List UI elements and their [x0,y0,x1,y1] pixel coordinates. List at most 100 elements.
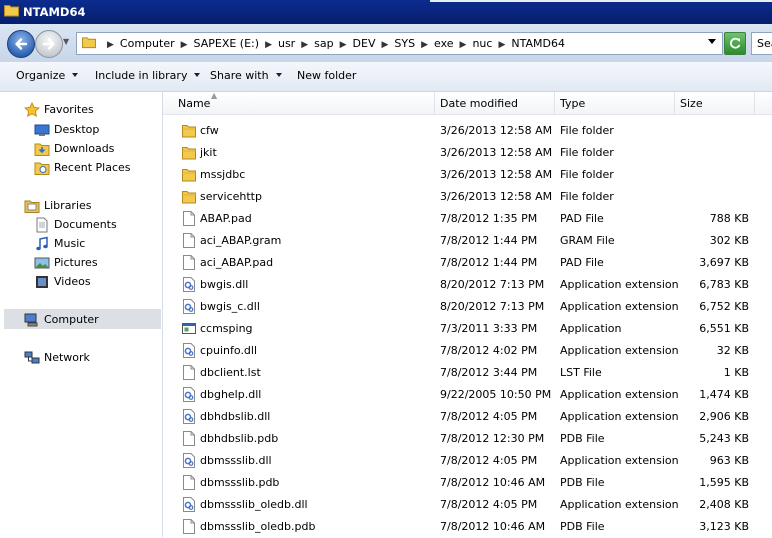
file-row[interactable]: cfw 3/26/2013 12:58 AM File folder [163,120,772,142]
breadcrumb-item[interactable]: SYS [394,37,415,50]
file-type: Application extension [560,454,679,467]
file-row[interactable]: cpuinfo.dll 7/8/2012 4:02 PM Application e… [163,340,772,362]
breadcrumb-separator-icon[interactable]: ▶ [107,40,114,50]
file-type: Application extension [560,344,679,357]
file-size: 2,408 KB [699,498,749,511]
nav-downloads-label: Downloads [54,142,115,155]
window-title-bar[interactable]: NTAMD64 [0,0,772,24]
file-row[interactable]: ABAP.pad 7/8/2012 1:35 PM PAD File 788 KB [163,208,772,230]
file-size: 302 KB [709,234,749,247]
file-type: LST File [560,366,602,379]
breadcrumb-separator-icon[interactable]: ▶ [301,40,308,50]
file-row[interactable]: ccmsping 7/3/2011 3:33 PM Application 6,551… [163,318,772,340]
breadcrumb-item[interactable]: nuc [472,37,492,50]
file-name: dbghelp.dll [200,388,262,401]
sort-ascending-icon: ▲ [211,91,218,100]
file-date-modified: 7/8/2012 4:02 PM [440,344,538,357]
breadcrumb-item[interactable]: sap [314,37,333,50]
breadcrumb-item[interactable]: exe [434,37,454,50]
file-date-modified: 7/8/2012 1:44 PM [440,256,538,269]
breadcrumb-item[interactable]: NTAMD64 [511,37,565,50]
file-row[interactable]: dbhdbslib.dll 7/8/2012 4:05 PM Application… [163,406,772,428]
include-in-library-button[interactable]: Include in library [95,69,201,82]
file-row[interactable]: servicehttp 3/26/2013 12:58 AM File folder [163,186,772,208]
breadcrumb-separator-icon[interactable]: ▶ [340,40,347,50]
file-type: PDB File [560,520,605,533]
dll-file-icon [183,299,195,314]
file-type: PAD File [560,256,604,269]
breadcrumb-separator-icon[interactable]: ▶ [421,40,428,50]
refresh-button[interactable] [724,32,746,55]
breadcrumb-separator-icon[interactable]: ▶ [498,40,505,50]
file-row[interactable]: dbmssslib_oledb.dll 7/8/2012 4:05 PM Appli… [163,494,772,516]
share-with-button[interactable]: Share with [210,69,282,82]
dll-file-icon [183,343,195,358]
file-name: aci_ABAP.pad [200,256,274,269]
file-row[interactable]: dbclient.lst 7/8/2012 3:44 PM LST File 1 KB [163,362,772,384]
file-row[interactable]: dbmssslib.pdb 7/8/2012 10:46 AM PDB File 1,… [163,472,772,494]
file-date-modified: 8/20/2012 7:13 PM [440,300,545,313]
file-name: dbclient.lst [200,366,261,379]
file-list[interactable]: Name ▲ Date modified Type Size cfw 3/26/2… [163,91,772,538]
file-type: Application [560,322,622,335]
breadcrumb-item[interactable]: usr [278,37,295,50]
file-date-modified: 7/8/2012 10:46 AM [440,520,546,533]
desktop-icon [34,124,50,136]
music-icon [36,236,48,251]
file-icon [183,365,195,380]
computer-icon [24,313,38,327]
folder-icon [4,5,19,17]
navigation-pane[interactable]: Favorites Desktop Downloads Recent Place… [0,92,163,537]
file-name: servicehttp [200,190,262,203]
recent-pages-dropdown-icon[interactable]: ▼ [63,37,69,46]
column-header-name[interactable]: Name ▲ [163,91,435,114]
column-header-row: Name ▲ Date modified Type Size [163,91,772,115]
file-row[interactable]: aci_ABAP.gram 7/8/2012 1:44 PM GRAM File 30… [163,230,772,252]
star-icon [24,102,40,118]
new-folder-button[interactable]: New folder [297,69,356,82]
breadcrumb-item[interactable]: SAPEXE (E:) [194,37,260,50]
search-placeholder: Sea [757,37,772,50]
file-size: 788 KB [709,212,749,225]
file-date-modified: 9/22/2005 10:50 PM [440,388,552,401]
file-icon [183,475,195,490]
file-name: cpuinfo.dll [200,344,258,357]
breadcrumb-separator-icon[interactable]: ▶ [265,40,272,50]
chevron-down-icon [72,73,79,77]
folder-icon [182,169,196,182]
forward-button[interactable] [35,30,63,58]
file-row[interactable]: bwgis_c.dll 8/20/2012 7:13 PM Application … [163,296,772,318]
column-header-date-modified[interactable]: Date modified [435,92,555,114]
address-bar[interactable]: ▶ Computer ▶ SAPEXE (E:) ▶ usr ▶ sap ▶ DEV ▶ SYS ▶ ex… [76,32,723,55]
file-row[interactable]: bwgis.dll 8/20/2012 7:13 PM Application ex… [163,274,772,296]
back-button[interactable] [7,30,35,58]
downloads-folder-icon [34,143,50,156]
address-dropdown-icon[interactable] [708,39,716,44]
file-name: dbmssslib_oledb.pdb [200,520,316,533]
file-row[interactable]: jkit 3/26/2013 12:58 AM File folder [163,142,772,164]
file-row[interactable]: dbghelp.dll 9/22/2005 10:50 PM Application… [163,384,772,406]
search-input[interactable]: Sea [751,32,772,55]
breadcrumb-item[interactable]: Computer [120,37,175,50]
breadcrumb-item[interactable]: DEV [353,37,376,50]
nav-recent-places-label: Recent Places [54,161,131,174]
breadcrumb-separator-icon[interactable]: ▶ [181,40,188,50]
file-row[interactable]: aci_ABAP.pad 7/8/2012 1:44 PM PAD File 3,69… [163,252,772,274]
file-date-modified: 7/8/2012 10:46 AM [440,476,546,489]
file-size: 3,123 KB [699,520,749,533]
pictures-icon [34,257,50,269]
breadcrumb-separator-icon[interactable]: ▶ [381,40,388,50]
file-name: aci_ABAP.gram [200,234,282,247]
file-type: Application extension [560,410,679,423]
file-row[interactable]: dbmssslib_oledb.pdb 7/8/2012 10:46 AM PDB … [163,516,772,538]
file-row[interactable]: dbmssslib.dll 7/8/2012 4:05 PM Application… [163,450,772,472]
organize-button[interactable]: Organize [16,69,79,82]
file-row[interactable]: dbhdbslib.pdb 7/8/2012 12:30 PM PDB File 5,… [163,428,772,450]
column-name-label: Name [178,97,211,110]
breadcrumb-separator-icon[interactable]: ▶ [460,40,467,50]
column-header-type[interactable]: Type [555,92,675,114]
file-row[interactable]: mssjdbc 3/26/2013 12:58 AM File folder [163,164,772,186]
file-date-modified: 7/8/2012 12:30 PM [440,432,545,445]
breadcrumb: ▶ Computer ▶ SAPEXE (E:) ▶ usr ▶ sap ▶ DEV ▶ SYS ▶ ex… [101,37,565,50]
column-header-size[interactable]: Size [675,92,755,114]
